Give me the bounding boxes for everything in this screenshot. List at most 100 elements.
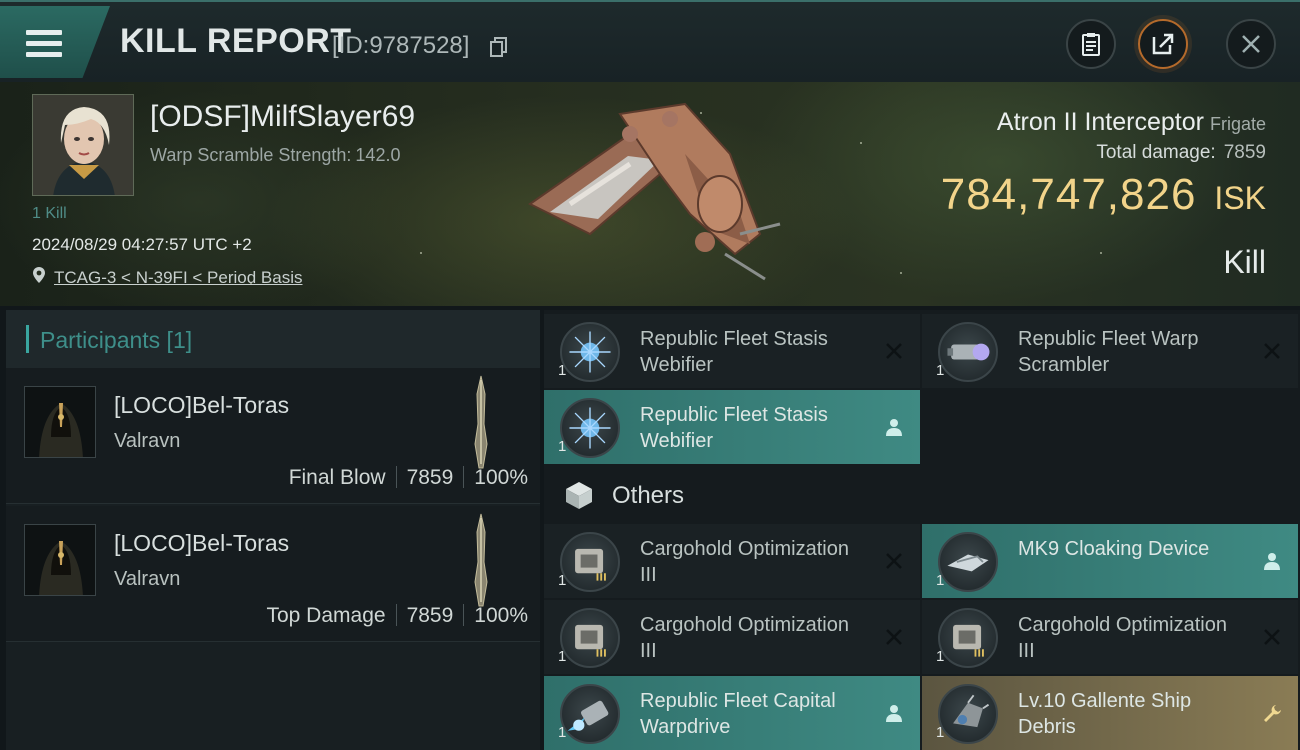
participant-ship: Valravn: [114, 568, 181, 590]
kill-datetime: 2024/08/29 04:27:57 UTC +2: [32, 235, 252, 254]
module-slot[interactable]: 1 Republic Fleet Warp Scrambler: [922, 314, 1298, 388]
destroyed-x-icon: [1264, 343, 1280, 359]
participants-title: Participants [1]: [40, 327, 193, 353]
warp-scramble-strength: Warp Scramble Strength: 142.0: [150, 145, 400, 166]
warpdrive-icon: [560, 684, 620, 744]
module-name: Republic Fleet Stasis Webifier: [640, 328, 828, 376]
menu-button[interactable]: [0, 6, 110, 78]
participant-percent: 100%: [474, 604, 528, 627]
participant-role: Top Damage: [266, 604, 386, 627]
module-slot[interactable]: 1 Lv.10 Gallente Ship Debris: [922, 676, 1298, 750]
module-slot[interactable]: 1 Republic Fleet Stasis Webifier: [544, 314, 920, 388]
participant-avatar[interactable]: [24, 386, 96, 458]
module-quantity: 1: [936, 362, 945, 379]
webifier-icon: [560, 398, 620, 458]
person-icon: [886, 705, 902, 722]
total-damage-label: Total damage:: [1096, 142, 1216, 163]
module-name: Lv.10 Gallente Ship Debris: [1018, 690, 1192, 738]
participants-panel: Participants [1] [LOCO]Bel-Toras Valravn…: [6, 310, 540, 750]
total-damage: Total damage: 7859: [1096, 142, 1266, 164]
cargohold-rig-icon: [560, 608, 620, 668]
warp-value: 142.0: [355, 145, 401, 165]
module-slot[interactable]: 1 Republic Fleet Capital Warpdrive: [544, 676, 920, 750]
destroyed-x-icon: [886, 553, 902, 569]
menu-icon: [26, 30, 62, 58]
total-damage-value: 7859: [1223, 142, 1266, 163]
module-quantity: 1: [936, 648, 945, 665]
top-bar: KILL REPORT [ID:9787528]: [0, 0, 1300, 82]
cargohold-rig-icon: [938, 608, 998, 668]
participant-damage: 7859: [406, 604, 454, 627]
participant-ship-icon[interactable]: [468, 374, 494, 470]
victim-portrait[interactable]: [32, 94, 134, 196]
module-name: Republic Fleet Capital Warpdrive: [640, 690, 836, 738]
participant-row[interactable]: [LOCO]Bel-Toras Valravn Final Blow 7859 10…: [6, 368, 540, 504]
module-quantity: 1: [558, 572, 567, 589]
module-quantity: 1: [558, 438, 567, 455]
participant-stats: Top Damage 7859 100%: [266, 604, 528, 628]
kill-banner: [ODSF]MilfSlayer69 Warp Scramble Strengt…: [0, 82, 1300, 306]
person-icon: [886, 419, 902, 436]
participant-ship-icon[interactable]: [468, 512, 494, 608]
close-button[interactable]: [1226, 19, 1276, 69]
isk-value: 784,747,826: [940, 170, 1197, 219]
isk-unit: ISK: [1214, 180, 1266, 216]
page-title: KILL REPORT: [120, 22, 352, 60]
destroyed-x-icon: [886, 343, 902, 359]
module-quantity: 1: [936, 724, 945, 741]
others-section-title: Others: [612, 482, 685, 509]
destroyed-x-icon: [1264, 629, 1280, 645]
ship-image: [528, 102, 781, 281]
clipboard-button[interactable]: [1066, 19, 1116, 69]
module-slot[interactable]: 1 Cargohold Optimization III: [544, 524, 920, 598]
isk-value-row: 784,747,826 ISK: [941, 170, 1266, 220]
module-quantity: 1: [558, 648, 567, 665]
ship-name[interactable]: Atron II Interceptor Frigate: [997, 108, 1266, 137]
participant-ship: Valravn: [114, 430, 181, 452]
clipboard-icon: [1082, 33, 1100, 56]
participant-damage: 7859: [406, 466, 454, 489]
share-icon: [1152, 33, 1174, 55]
ship-type: Atron II Interceptor: [996, 108, 1204, 136]
cargohold-rig-icon: [560, 532, 620, 592]
location-pin-icon: [33, 267, 45, 283]
share-button[interactable]: [1138, 19, 1188, 69]
kill-count-tag: 1 Kill: [32, 205, 67, 222]
module-name: Republic Fleet Stasis Webifier: [640, 404, 828, 452]
location-link[interactable]: TCAG-3 < N-39FI < Period Basis: [54, 268, 302, 288]
participant-avatar[interactable]: [24, 524, 96, 596]
module-slot[interactable]: 1 Cargohold Optimization III: [544, 600, 920, 674]
ship-debris-icon: [938, 684, 998, 744]
person-icon: [1264, 553, 1280, 570]
module-quantity: 1: [558, 724, 567, 741]
fitting-panel: 1 Republic Fleet Stasis Webifier 1 Repub…: [544, 310, 1300, 750]
ship-class: Frigate: [1209, 114, 1266, 134]
copy-icon[interactable]: [490, 37, 508, 57]
module-name: Republic Fleet Warp Scrambler: [1018, 328, 1199, 376]
close-icon: [1242, 35, 1260, 53]
participant-percent: 100%: [474, 466, 528, 489]
participant-row[interactable]: [LOCO]Bel-Toras Valravn Top Damage 7859 10…: [6, 506, 540, 642]
module-slot[interactable]: 1 Republic Fleet Stasis Webifier: [544, 390, 920, 464]
module-name: MK9 Cloaking Device: [1018, 538, 1210, 560]
participant-role: Final Blow: [288, 466, 386, 489]
warp-label: Warp Scramble Strength:: [150, 145, 352, 165]
cloaking-device-icon: [938, 532, 998, 592]
module-quantity: 1: [936, 572, 945, 589]
report-id: [ID:9787528]: [332, 32, 470, 59]
warp-scrambler-icon: [938, 322, 998, 382]
module-quantity: 1: [558, 362, 567, 379]
destroyed-x-icon: [886, 629, 902, 645]
module-slot[interactable]: 1 Cargohold Optimization III: [922, 600, 1298, 674]
cube-icon: [566, 482, 592, 509]
module-slot[interactable]: 1 MK9 Cloaking Device: [922, 524, 1298, 598]
kill-result: Kill: [1223, 244, 1266, 280]
webifier-icon: [560, 322, 620, 382]
module-name: Cargohold Optimization III: [1018, 614, 1227, 662]
participant-stats: Final Blow 7859 100%: [289, 466, 528, 490]
participant-name[interactable]: [LOCO]Bel-Toras: [114, 392, 289, 419]
victim-name[interactable]: [ODSF]MilfSlayer69: [150, 100, 415, 134]
wrench-icon: [1264, 705, 1281, 722]
participants-header: Participants [1]: [6, 310, 540, 368]
participant-name[interactable]: [LOCO]Bel-Toras: [114, 530, 289, 557]
